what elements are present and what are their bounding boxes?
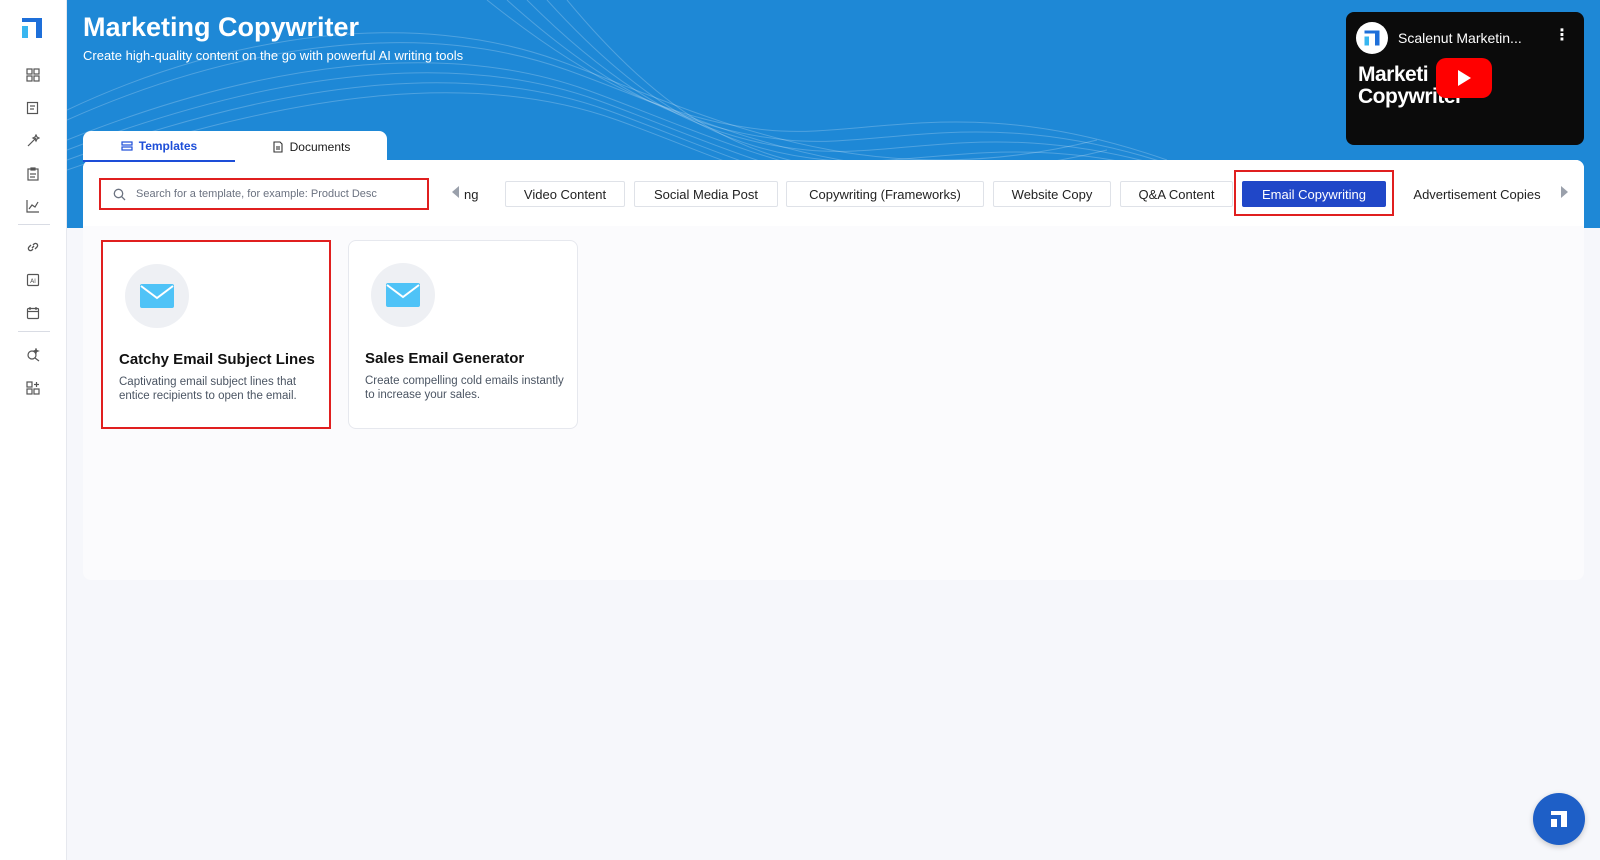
category-video-content[interactable]: Video Content [505,181,625,207]
apps-add-icon[interactable] [25,380,41,396]
analytics-chart-icon[interactable] [25,198,41,214]
ai-image-icon[interactable]: AI [25,272,41,288]
scalenut-chat-icon [1551,811,1567,827]
document-edit-icon[interactable] [25,100,41,116]
link-icon[interactable] [25,239,41,255]
search-icon [113,188,126,200]
clipboard-icon[interactable] [25,166,41,182]
sparkle-search-icon[interactable] [25,347,41,363]
card-title: Catchy Email Subject Lines [119,351,315,368]
category-advertisement-copies[interactable]: Advertisement Copies [1395,181,1559,207]
template-card-catchy-email-subject-lines[interactable]: Catchy Email Subject Lines Captivating e… [101,240,331,429]
card-description: Captivating email subject lines that ent… [119,376,297,402]
card-title: Sales Email Generator [365,350,525,367]
video-title[interactable]: Scalenut Marketin... [1398,30,1522,46]
category-website-copy[interactable]: Website Copy [993,181,1111,207]
svg-text:AI: AI [30,278,36,285]
templates-icon [121,140,133,151]
search-input[interactable] [136,188,416,200]
tab-documents[interactable]: Documents [235,131,387,162]
document-icon [273,140,283,153]
more-options-icon[interactable]: ⋮ [1554,28,1570,44]
category-chip-partial[interactable]: ng [464,181,478,207]
page-title: Marketing Copywriter [83,12,360,42]
category-copywriting-frameworks[interactable]: Copywriting (Frameworks) [786,181,984,207]
play-button[interactable] [1436,58,1492,98]
card-icon-circle [371,263,435,327]
tab-templates[interactable]: Templates [83,131,235,162]
chat-support-button[interactable] [1533,793,1585,845]
sidebar-divider [18,224,50,225]
calendar-icon[interactable] [25,305,41,321]
magic-wand-icon[interactable] [25,133,41,149]
tab-templates-label: Templates [138,138,198,153]
youtube-video-embed[interactable]: Scalenut Marketin... ⋮ Marketi Copywrite… [1346,12,1584,145]
email-category-highlight [1234,170,1394,216]
sidebar: AI [0,0,67,860]
card-description: Create compelling cold emails instantly … [365,375,564,401]
content-tabs: Templates Documents [83,131,387,162]
category-qa-content[interactable]: Q&A Content [1120,181,1233,207]
template-search [99,178,429,210]
scroll-left-icon[interactable] [452,186,459,198]
scalenut-logo-icon[interactable] [20,16,44,40]
play-icon [1458,70,1471,86]
card-icon-circle [125,264,189,328]
channel-avatar[interactable] [1356,22,1388,54]
page-subtitle: Create high-quality content on the go wi… [83,48,464,63]
scroll-right-icon[interactable] [1561,186,1568,198]
mail-icon [140,284,174,308]
tab-documents-label: Documents [289,139,351,154]
category-social-media-post[interactable]: Social Media Post [634,181,778,207]
template-card-sales-email-generator[interactable]: Sales Email Generator Create compelling … [348,240,578,429]
sidebar-divider [18,331,50,332]
dashboard-icon[interactable] [25,67,41,83]
mail-icon [386,283,420,307]
